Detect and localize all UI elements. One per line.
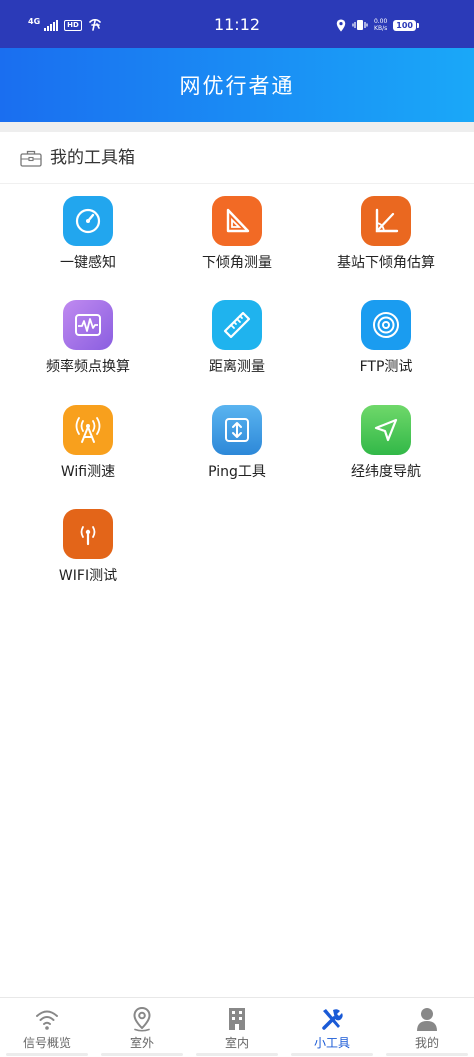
tool-label: 距离测量 bbox=[209, 359, 265, 375]
angle-icon bbox=[361, 196, 411, 246]
tools-icon bbox=[322, 1009, 343, 1030]
tool-wifi-speedtest[interactable]: Wifi测速 bbox=[13, 405, 163, 482]
antenna-icon bbox=[63, 509, 113, 559]
tool-frequency-convert[interactable]: 频率频点换算 bbox=[13, 300, 163, 377]
tab-underline bbox=[6, 1053, 88, 1056]
tab-label: 室内 bbox=[224, 1036, 249, 1050]
navigation-arrow-icon bbox=[361, 405, 411, 455]
tool-label: 一键感知 bbox=[60, 255, 116, 271]
tool-one-key-sense[interactable]: 一键感知 bbox=[13, 196, 163, 273]
page-title: 网优行者通 bbox=[179, 74, 295, 98]
tool-label: 基站下倾角估算 bbox=[337, 255, 435, 271]
arrows-vertical-icon bbox=[212, 405, 262, 455]
tool-downtilt-measure[interactable]: 下倾角测量 bbox=[162, 196, 312, 273]
tool-label: 频率频点换算 bbox=[46, 359, 130, 375]
network-speed: 0.00 KB/s bbox=[374, 18, 387, 32]
tool-latlng-navigation[interactable]: 经纬度导航 bbox=[311, 405, 461, 482]
vibrate-icon bbox=[352, 20, 368, 30]
tool-label: WIFI测试 bbox=[58, 568, 118, 584]
tool-label: 下倾角测量 bbox=[202, 255, 272, 271]
toolbox-icon bbox=[20, 150, 42, 167]
tab-underline bbox=[196, 1053, 278, 1056]
building-icon bbox=[229, 1008, 245, 1030]
battery-indicator: 100 bbox=[393, 19, 419, 31]
tool-ping[interactable]: Ping工具 bbox=[162, 405, 312, 482]
tab-label: 我的 bbox=[414, 1036, 439, 1050]
tab-signal-overview[interactable]: 信号概览 bbox=[0, 998, 94, 1057]
tool-label: 经纬度导航 bbox=[351, 464, 421, 480]
network-speed-value: 0.00 bbox=[373, 18, 388, 25]
tool-label: Wifi测速 bbox=[60, 464, 116, 480]
tab-tools[interactable]: 小工具 bbox=[285, 998, 379, 1057]
tool-label: FTP测试 bbox=[359, 359, 413, 375]
tab-label: 小工具 bbox=[313, 1036, 350, 1050]
tab-underline bbox=[101, 1053, 183, 1056]
waveform-icon bbox=[63, 300, 113, 350]
status-right: 0.00 KB/s 100 bbox=[336, 16, 419, 34]
tab-label: 室外 bbox=[129, 1036, 154, 1050]
bottom-tab-bar: 信号概览 室外 室内 小工具 我的 bbox=[0, 997, 474, 1057]
tab-underline bbox=[386, 1053, 468, 1056]
toolbox-section-header: 我的工具箱 bbox=[0, 132, 474, 184]
status-bar: 4G HD 11:12 0.00 KB/s 100 bbox=[0, 0, 474, 48]
tool-label: Ping工具 bbox=[208, 464, 266, 480]
tool-wifi-test[interactable]: WIFI测试 bbox=[13, 509, 163, 586]
ruler-icon bbox=[212, 300, 262, 350]
toolbox-title: 我的工具箱 bbox=[50, 148, 135, 168]
header-divider bbox=[0, 122, 474, 132]
set-square-icon bbox=[212, 196, 262, 246]
tab-outdoor[interactable]: 室外 bbox=[95, 998, 189, 1057]
tool-station-downtilt-estimate[interactable]: 基站下倾角估算 bbox=[311, 196, 461, 273]
wifi-icon bbox=[36, 1010, 58, 1030]
network-speed-unit: KB/s bbox=[374, 25, 388, 32]
tab-mine[interactable]: 我的 bbox=[380, 998, 474, 1057]
location-pin-icon bbox=[133, 1006, 151, 1032]
signal-tower-icon bbox=[63, 405, 113, 455]
speedometer-icon bbox=[63, 196, 113, 246]
app-header: 网优行者通 bbox=[0, 48, 474, 122]
tab-label: 信号概览 bbox=[22, 1036, 71, 1050]
location-status-icon bbox=[336, 19, 346, 31]
tab-underline bbox=[291, 1053, 373, 1056]
tab-indoor[interactable]: 室内 bbox=[190, 998, 284, 1057]
tool-ftp-test[interactable]: FTP测试 bbox=[311, 300, 461, 377]
target-icon bbox=[361, 300, 411, 350]
user-icon bbox=[417, 1008, 437, 1031]
tool-distance-measure[interactable]: 距离测量 bbox=[162, 300, 312, 377]
